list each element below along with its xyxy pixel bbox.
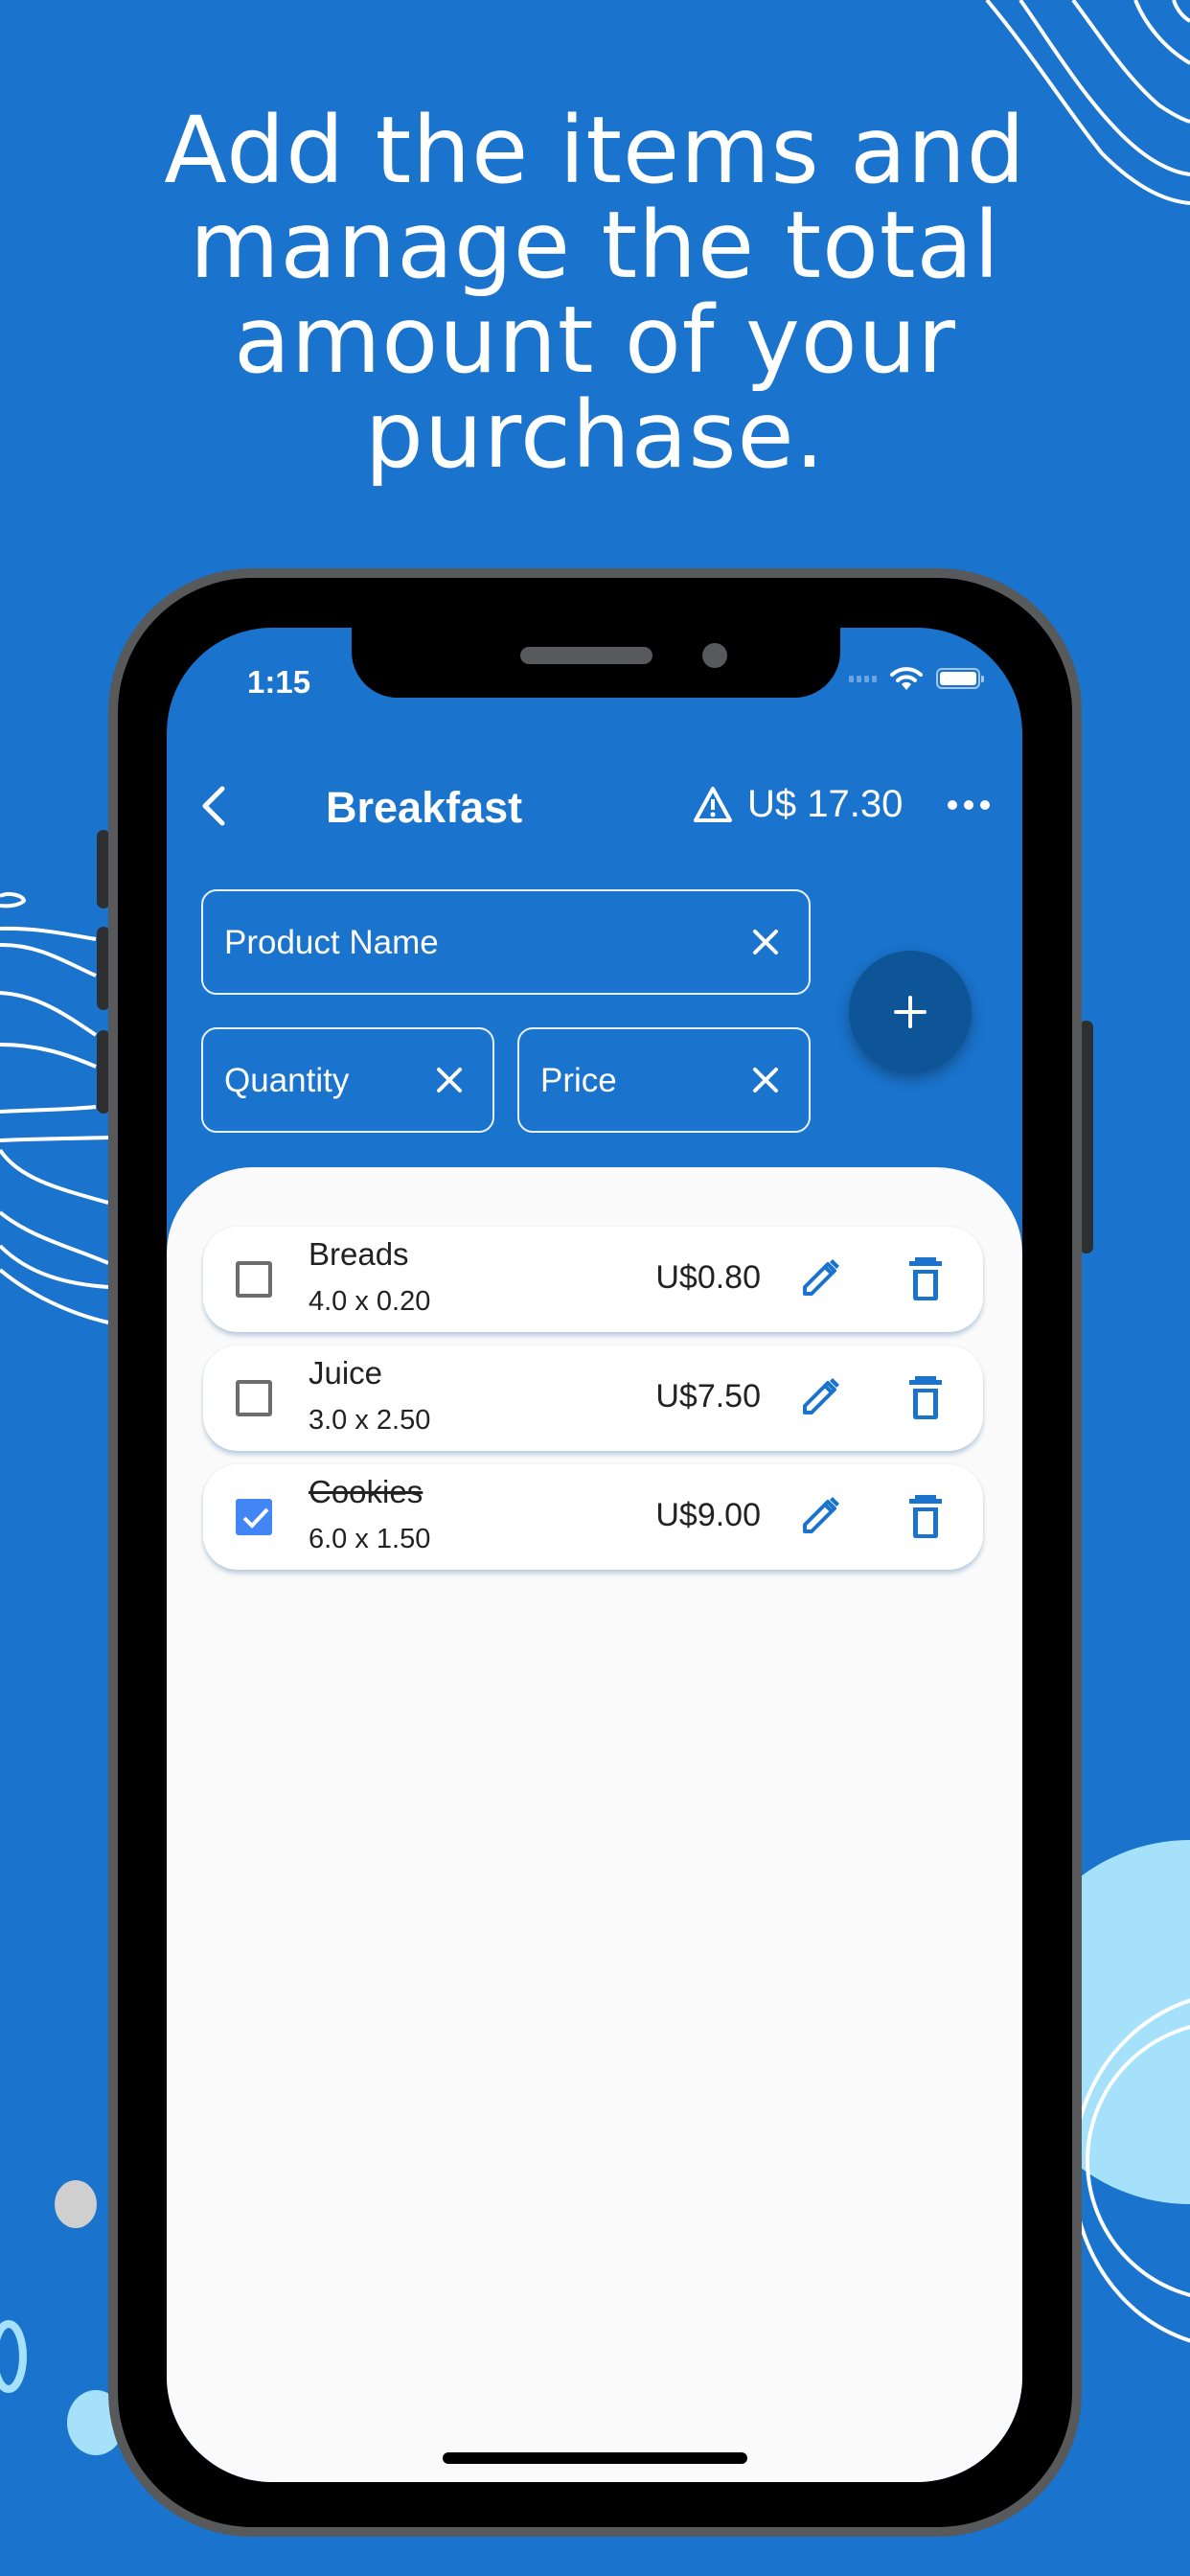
contour-lines-left <box>0 891 109 1324</box>
phone-power-button <box>1080 1021 1093 1254</box>
total-value: U$ 17.30 <box>747 783 904 825</box>
deco-rings-right <box>1071 1998 1190 2343</box>
phone-screen: 1:15 Breakfast U$ 17.30 Product Name Qua… <box>167 628 1022 2482</box>
pencil-icon[interactable] <box>797 1255 843 1301</box>
deco-ring-small <box>0 2320 27 2393</box>
clear-quantity-icon[interactable] <box>435 1066 464 1094</box>
trash-icon[interactable] <box>906 1493 945 1541</box>
pencil-icon[interactable] <box>797 1493 843 1539</box>
headline-line: purchase. <box>364 381 826 489</box>
headline-line: Add the items and <box>164 97 1026 204</box>
speaker <box>520 647 652 664</box>
item-checkbox[interactable] <box>236 1380 272 1416</box>
item-total: U$7.50 <box>655 1378 761 1414</box>
quantity-input[interactable] <box>222 1029 429 1133</box>
back-button[interactable] <box>195 785 234 827</box>
item-total: U$0.80 <box>655 1259 761 1296</box>
home-indicator[interactable] <box>443 2452 747 2464</box>
wifi-icon <box>890 667 923 690</box>
more-horizontal-icon <box>948 800 957 810</box>
clear-product-name-icon[interactable] <box>751 928 780 956</box>
deco-dot-gray <box>55 2180 97 2228</box>
more-options-button[interactable] <box>948 789 990 821</box>
headline-line: amount of your <box>234 287 956 394</box>
item-name: Juice <box>309 1355 383 1391</box>
item-name: Breads <box>309 1236 409 1272</box>
item-checkbox[interactable] <box>236 1261 272 1298</box>
item-total: U$9.00 <box>655 1497 761 1533</box>
headline-line: manage the total <box>189 192 1001 299</box>
list-item: Juice 3.0 x 2.50 U$7.50 <box>203 1346 983 1451</box>
price-input[interactable] <box>538 1029 745 1133</box>
item-quantity-price: 4.0 x 0.20 <box>309 1286 431 1317</box>
price-field[interactable] <box>517 1027 811 1133</box>
check-icon <box>242 1507 269 1529</box>
phone-notch <box>352 628 840 698</box>
status-time: 1:15 <box>247 664 311 700</box>
add-item-button[interactable] <box>849 951 972 1073</box>
app-bar: Breakfast U$ 17.30 <box>167 762 1022 848</box>
item-name: Cookies <box>309 1474 423 1509</box>
product-name-input[interactable] <box>222 891 651 995</box>
list-item: Cookies 6.0 x 1.50 U$9.00 <box>203 1464 983 1570</box>
product-name-field[interactable] <box>201 889 811 995</box>
item-quantity-price: 3.0 x 2.50 <box>309 1405 431 1436</box>
status-icons <box>849 666 984 691</box>
quantity-field[interactable] <box>201 1027 494 1133</box>
list-item: Breads 4.0 x 0.20 U$0.80 <box>203 1227 983 1332</box>
warning-triangle-icon[interactable] <box>692 784 734 826</box>
plus-icon <box>894 996 927 1028</box>
trash-icon[interactable] <box>906 1374 945 1422</box>
total-amount: U$ 17.30 <box>692 783 903 826</box>
item-checkbox-checked[interactable] <box>236 1499 272 1535</box>
cellular-signal-icon <box>849 675 877 682</box>
items-sheet: Breads 4.0 x 0.20 U$0.80 Juice 3.0 x 2.5… <box>167 1167 1022 2482</box>
item-quantity-price: 6.0 x 1.50 <box>309 1524 431 1554</box>
trash-icon[interactable] <box>906 1255 945 1303</box>
headline: Add the items and manage the total amoun… <box>0 104 1190 483</box>
page-title: Breakfast <box>326 783 523 832</box>
battery-icon <box>936 668 984 689</box>
clear-price-icon[interactable] <box>751 1066 780 1094</box>
camera <box>702 643 727 668</box>
pencil-icon[interactable] <box>797 1374 843 1420</box>
